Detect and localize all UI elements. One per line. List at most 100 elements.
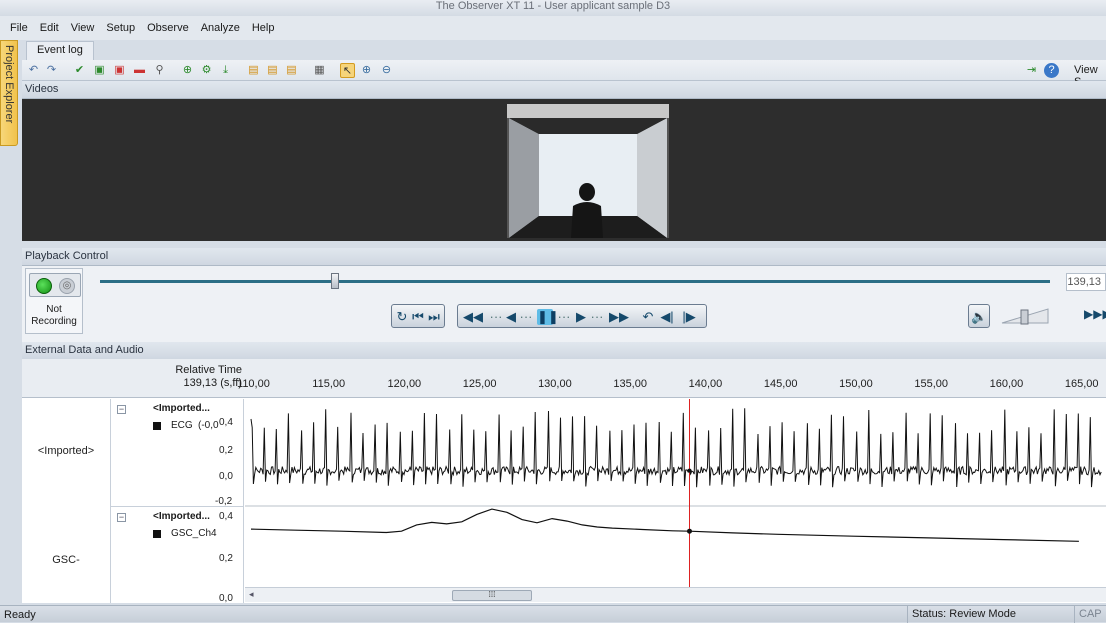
undo-icon[interactable]: ↶ bbox=[26, 63, 41, 78]
relative-time-value: 139,13 (s,ff) bbox=[183, 377, 243, 389]
menu-view[interactable]: View bbox=[65, 22, 101, 34]
scrollbar-thumb[interactable]: ⁞⁞⁞ bbox=[452, 590, 532, 601]
record-button[interactable] bbox=[36, 278, 52, 294]
menu-setup[interactable]: Setup bbox=[100, 22, 141, 34]
loop-icon[interactable]: ↻ bbox=[395, 309, 409, 325]
ecg-cursor-point bbox=[687, 468, 692, 473]
videos-title: Videos bbox=[25, 83, 59, 95]
time-tick: 140,00 bbox=[688, 378, 723, 390]
settings-icon[interactable]: ⚙ bbox=[199, 63, 214, 78]
scroll-left-icon[interactable]: ◂ bbox=[249, 589, 254, 600]
video-frame-image bbox=[507, 104, 669, 238]
delete-event-icon[interactable]: ▣ bbox=[112, 63, 127, 78]
time-ruler: Relative Time 139,13 (s,ff) 110,00 115,00… bbox=[22, 359, 1106, 398]
menu-help[interactable]: Help bbox=[246, 22, 281, 34]
signal-plot[interactable] bbox=[245, 399, 1106, 587]
zoom-in-icon[interactable]: ⊕ bbox=[359, 63, 374, 78]
y-tick: 0,2 bbox=[219, 553, 233, 564]
speed-icon[interactable]: ▶▶▶ bbox=[1084, 307, 1106, 321]
horizontal-scrollbar[interactable]: ◂ ⁞⁞⁞ bbox=[245, 587, 1106, 602]
time-tick: 155,00 bbox=[914, 378, 949, 390]
dots-separator: ··· bbox=[557, 309, 571, 324]
status-ready: Ready bbox=[4, 609, 36, 621]
videos-header: Videos bbox=[22, 81, 1106, 99]
legend-ecg: − <Imported... ECG (-0,0 0,4 0,2 0,0 -0,… bbox=[110, 399, 244, 507]
tab-event-log[interactable]: Event log bbox=[26, 41, 94, 60]
series-name: ECG bbox=[171, 420, 193, 431]
time-tick: 150,00 bbox=[839, 378, 873, 390]
play-backward-icon[interactable]: ◀ bbox=[504, 309, 518, 325]
external-title: External Data and Audio bbox=[25, 344, 144, 356]
volume-button[interactable]: 🔈 bbox=[968, 304, 990, 328]
pause-icon[interactable]: ❚❚ bbox=[537, 309, 559, 325]
time-tick: 160,00 bbox=[989, 378, 1024, 390]
dots-separator: ··· bbox=[489, 309, 503, 324]
insert-event-icon[interactable]: ▣ bbox=[92, 63, 107, 78]
skip-start-icon[interactable]: ⏮ bbox=[411, 309, 425, 325]
playback-slider[interactable] bbox=[100, 280, 1050, 283]
collapse-icon[interactable]: − bbox=[117, 513, 126, 522]
series-swatch bbox=[153, 530, 161, 538]
step-forward-icon[interactable]: |▶ bbox=[680, 309, 698, 325]
export-icon[interactable]: ⤓ bbox=[218, 63, 233, 78]
playback-slider-thumb[interactable] bbox=[330, 273, 339, 289]
status-mode: Status: Review Mode bbox=[907, 606, 1072, 623]
volume-thumb[interactable] bbox=[1020, 309, 1029, 325]
y-tick: -0,2 bbox=[215, 496, 233, 507]
project-explorer-tab[interactable]: Project Explorer bbox=[0, 40, 18, 146]
series-swatch bbox=[153, 422, 161, 430]
lock-icon[interactable]: ◎ bbox=[59, 278, 75, 294]
plot-background bbox=[245, 399, 1106, 587]
y-tick: 0,4 bbox=[219, 417, 233, 428]
zoom-out-icon[interactable]: ⊖ bbox=[379, 63, 394, 78]
redo-icon[interactable]: ↷ bbox=[44, 63, 59, 78]
y-tick: 0,0 bbox=[219, 593, 233, 604]
remove-icon[interactable]: ▬ bbox=[132, 63, 147, 78]
play-icon[interactable]: ▶ bbox=[574, 309, 588, 325]
menu-file[interactable]: File bbox=[4, 22, 34, 34]
save-icon[interactable]: ▤ bbox=[284, 63, 299, 78]
menu-edit[interactable]: Edit bbox=[34, 22, 65, 34]
find-icon[interactable]: ⚲ bbox=[152, 63, 167, 78]
video-player[interactable] bbox=[507, 104, 669, 238]
fast-forward-icon[interactable]: ▶▶ bbox=[608, 309, 630, 325]
transport-controls: ◀◀ ··· ◀ ··· ❚❚ ··· ▶ ··· ▶▶ ↶ ◀| |▶ bbox=[457, 304, 707, 328]
time-tick: 115,00 bbox=[312, 378, 346, 390]
window-title: The Observer XT 11 - User applicant samp… bbox=[435, 0, 671, 12]
current-time-field[interactable]: 139,13 bbox=[1066, 273, 1106, 291]
speaker-icon: 🔈 bbox=[971, 309, 988, 324]
accept-icon[interactable]: ✔ bbox=[72, 63, 87, 78]
volume-slider[interactable] bbox=[1000, 306, 1052, 326]
open-icon[interactable]: ▤ bbox=[265, 63, 280, 78]
title-bar: The Observer XT 11 - User applicant samp… bbox=[0, 0, 1106, 16]
fast-rewind-icon[interactable]: ◀◀ bbox=[462, 309, 484, 325]
exit-icon[interactable]: ⇥ bbox=[1024, 63, 1039, 78]
loop-controls: ↻ ⏮ ⏭ bbox=[391, 304, 445, 328]
help-icon[interactable]: ? bbox=[1044, 63, 1059, 78]
playback-panel: ◎ Not Recording 139,13 ↻ ⏮ ⏭ ◀◀ ··· ◀ ··… bbox=[22, 266, 1106, 342]
status-bar: Ready Status: Review Mode CAP bbox=[0, 605, 1106, 623]
time-tick: 165,00 bbox=[1064, 378, 1099, 390]
undo-step-icon[interactable]: ↶ bbox=[640, 309, 656, 325]
folder-icon[interactable]: ▤ bbox=[246, 63, 261, 78]
select-cursor-icon[interactable]: ↖ bbox=[340, 63, 355, 78]
project-explorer-label: Project Explorer bbox=[3, 45, 15, 124]
dots-separator: ··· bbox=[519, 309, 533, 324]
caps-indicator: CAP bbox=[1074, 606, 1106, 623]
recording-control: ◎ Not Recording bbox=[25, 268, 83, 334]
add-marker-icon[interactable]: ⊕ bbox=[180, 63, 195, 78]
layout-icon[interactable]: ▦ bbox=[312, 63, 327, 78]
collapse-icon[interactable]: − bbox=[117, 405, 126, 414]
playback-title: Playback Control bbox=[25, 250, 109, 262]
group-name: <Imported... bbox=[153, 403, 210, 414]
time-tick: 135,00 bbox=[613, 378, 647, 390]
dots-separator: ··· bbox=[590, 309, 604, 324]
external-data-panel: Relative Time 139,13 (s,ff) 110,00 115,00… bbox=[22, 359, 1106, 604]
menu-observe[interactable]: Observe bbox=[141, 22, 195, 34]
record-buttons: ◎ bbox=[29, 273, 81, 297]
skip-end-icon[interactable]: ⏭ bbox=[427, 309, 441, 325]
step-back-icon[interactable]: ◀| bbox=[658, 309, 676, 325]
relative-time-label: Relative Time 139,13 (s,ff) bbox=[142, 364, 242, 390]
menu-analyze[interactable]: Analyze bbox=[195, 22, 246, 34]
y-tick: 0,4 bbox=[219, 511, 233, 522]
